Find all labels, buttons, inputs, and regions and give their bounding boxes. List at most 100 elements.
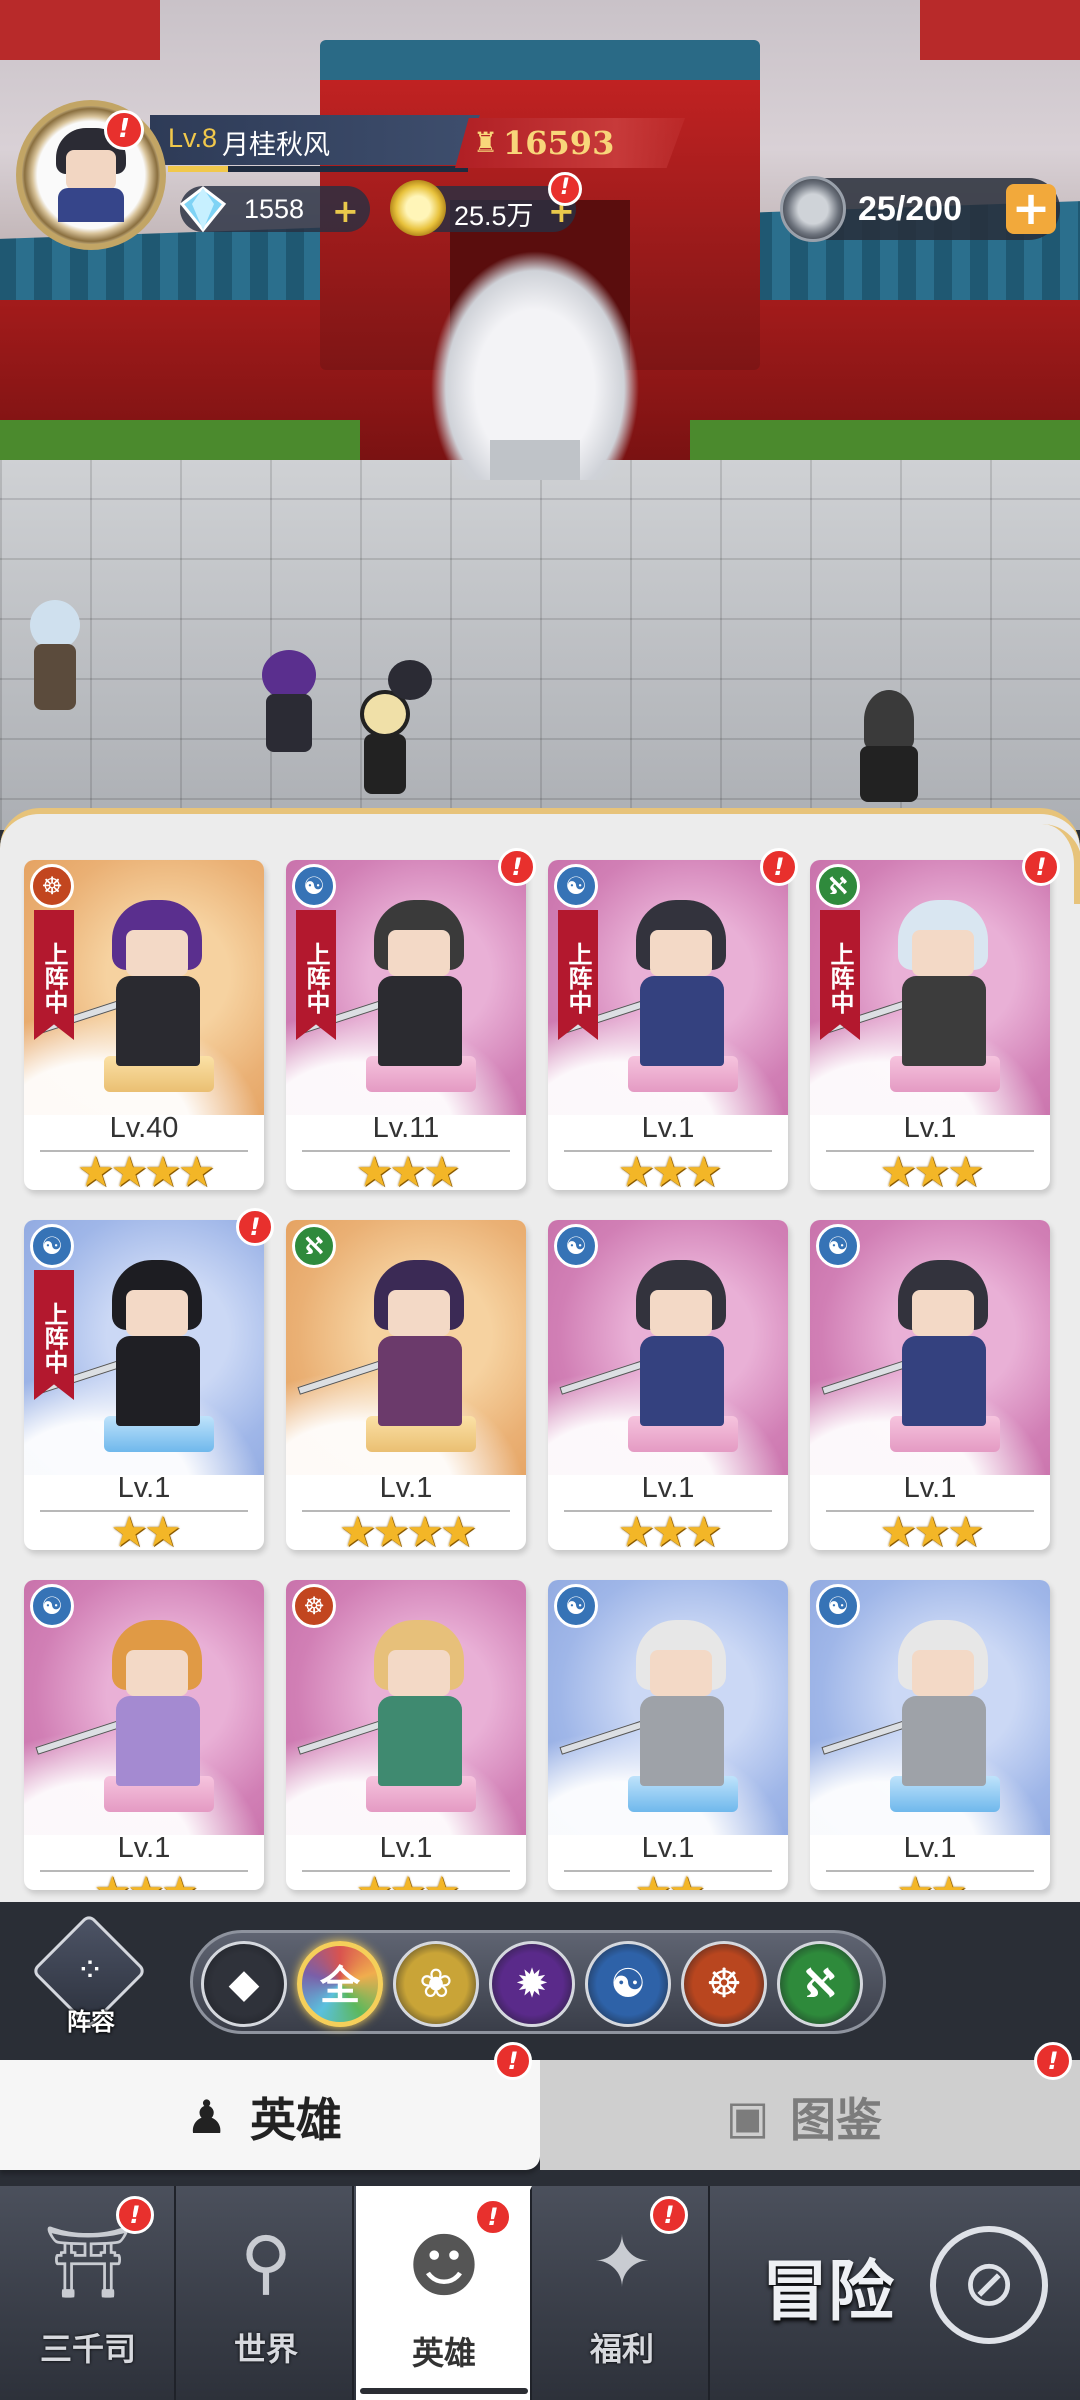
hero-card[interactable]: ☯ Lv.1 ★★★ [24,1580,264,1890]
nav-item-welfare[interactable]: ✦ 福利 ! [534,2186,710,2400]
hero-alert-icon: ! [1022,848,1060,886]
hero-level: Lv.1 [117,1832,171,1864]
hero-card[interactable]: ☯ Lv.11 ★★★ 上阵中 [286,860,526,1190]
nav-item-world[interactable]: ⚲ 世界 [178,2186,354,2400]
tab-heroes-label: 英雄 [250,2093,342,2147]
hero-card[interactable]: ☯ Lv.1 ★★★ 上阵中 [548,860,788,1190]
player-name-bar: Lv.8 月桂秋风 [150,115,480,165]
hero-level: Lv.11 [372,1112,440,1144]
hero-sprite[interactable] [20,600,90,720]
hero-level: Lv.1 [641,1472,695,1504]
hero-portrait [297,1250,486,1430]
faction-wind-icon: ℵ [816,864,860,908]
hero-card[interactable]: ☯ Lv.1 ★★ [548,1580,788,1890]
nav-label: 三千司 [39,2330,136,2368]
lineup-label: 阵容 [67,2008,115,2036]
deployed-tag: 上阵中 [34,910,74,1040]
hero-sprite[interactable] [380,660,440,740]
hero-portrait [35,1250,224,1430]
combat-power: ♜ 16593 [455,118,685,168]
hero-star-rating: ★★★ [617,1507,723,1551]
hero-portrait [35,890,224,1070]
filter-fire-button[interactable]: ☸ [681,1941,767,2027]
locked-globe-icon: ⚲ [240,2221,292,2303]
filter-flame-button[interactable]: ✹ [489,1941,575,2027]
hero-level: Lv.1 [641,1112,695,1144]
tab-heroes[interactable]: ♟ 英雄 ! [0,2042,540,2170]
hero-card[interactable]: ☯ Lv.1 ★★★ [548,1220,788,1550]
hero-star-rating: ★★ [548,1870,788,1891]
add-stamina-button[interactable]: + [1006,184,1056,234]
hero-star-rating: ★★★ [879,1147,985,1191]
hero-card[interactable]: ☯ Lv.1 ★★★ [810,1220,1050,1550]
faction-water-icon: ☯ [30,1584,74,1628]
hero-sprite[interactable] [850,690,930,810]
player-avatar[interactable] [16,100,166,250]
combat-power-value: 16593 [503,124,615,162]
diamond-icon [179,186,227,233]
nav-label: 英雄 [411,2334,476,2372]
faction-water-icon: ☯ [554,1224,598,1268]
deployed-tag: 上阵中 [820,910,860,1040]
faction-fire-icon: ☸ [30,864,74,908]
tab-codex-label: 图鉴 [790,2093,882,2147]
hero-star-rating: ★★★ [286,1870,526,1891]
nav-alert-icon: ! [650,2196,688,2234]
hero-level: Lv.1 [117,1472,171,1504]
hero-star-rating: ★★★★ [76,1147,216,1191]
faction-filter-bar: ◆ 全 ❀ ✹ ☯ ☸ ℵ [190,1930,886,2034]
hero-level: Lv.1 [903,1472,957,1504]
filter-tank-button[interactable]: ◆ [201,1941,287,2027]
hero-star-rating: ★★ [810,1870,1050,1891]
hero-portrait [821,1250,1010,1430]
nav-item-heroes[interactable]: ☻ 英雄 ! [356,2186,532,2400]
hero-portrait [559,1610,748,1790]
nav-item-sanqiansi[interactable]: ⛩ 三千司 ! [0,2186,176,2400]
hero-card[interactable]: ☸ Lv.1 ★★★ [286,1580,526,1890]
gold-alert-icon: ! [548,172,582,206]
faction-water-icon: ☯ [292,864,336,908]
hero-level: Lv.1 [903,1112,957,1144]
stamina-icon [780,176,846,242]
hero-card[interactable]: ℵ Lv.1 ★★★ 上阵中 [810,860,1050,1190]
diamond-value: 1558 [244,194,305,224]
hero-portrait [297,1610,486,1790]
filter-water-button[interactable]: ☯ [585,1941,671,2027]
faction-water-icon: ☯ [554,1584,598,1628]
hero-star-rating: ★★★ [355,1147,461,1191]
hero-card[interactable]: ℵ Lv.1 ★★★★ [286,1220,526,1550]
lineup-icon: ⁘ [75,1950,105,1990]
hero-level: Lv.40 [109,1112,179,1144]
stamina-counter: 25/200 + [780,176,1060,242]
tab-heroes-alert-icon: ! [494,2042,532,2080]
hero-card[interactable]: ☯ Lv.1 ★★ [810,1580,1050,1890]
power-crest-icon: ♜ [473,126,499,159]
hero-level: Lv.1 [641,1832,695,1864]
hero-star-rating: ★★★★ [338,1507,478,1551]
filter-lotus-button[interactable]: ❀ [393,1941,479,2027]
add-diamond-button[interactable]: + [332,192,359,230]
adventure-button[interactable]: 冒险 ⊘ [712,2186,1080,2400]
gold-value: 25.5万 [454,201,534,231]
hero-portrait [559,1250,748,1430]
hero-card[interactable]: ☸ Lv.40 ★★★★ 上阵中 [24,860,264,1190]
lineup-button[interactable]: ⁘ 阵容 [31,1913,148,2046]
diamond-counter: 1558 + [179,186,370,233]
hero-level: Lv.1 [379,1472,433,1504]
gold-coin-icon [390,180,446,236]
hero-portrait [35,1610,224,1790]
hero-portrait [821,890,1010,1070]
scene-decoration [0,0,160,60]
filter-all-button[interactable]: 全 [297,1941,383,2027]
hero-card[interactable]: ☯ Lv.1 ★★ 上阵中 [24,1220,264,1550]
hero-list-panel: ☸ Lv.40 ★★★★ 上阵中 ☯ Lv.11 ★★★ 上阵中! ☯ Lv.1… [0,808,1080,1902]
tab-codex[interactable]: ▣ 图鉴 ! [540,2042,1080,2170]
filter-wind-button[interactable]: ℵ [777,1941,863,2027]
hero-alert-icon: ! [760,848,798,886]
hero-sprite[interactable] [250,650,330,760]
hero-head-icon: ☻ [407,2225,481,2307]
hero-level: Lv.1 [903,1832,957,1864]
stamina-value: 25/200 [858,190,962,228]
avatar-alert-icon: ! [104,110,144,150]
hero-star-rating: ★★ [110,1507,181,1551]
